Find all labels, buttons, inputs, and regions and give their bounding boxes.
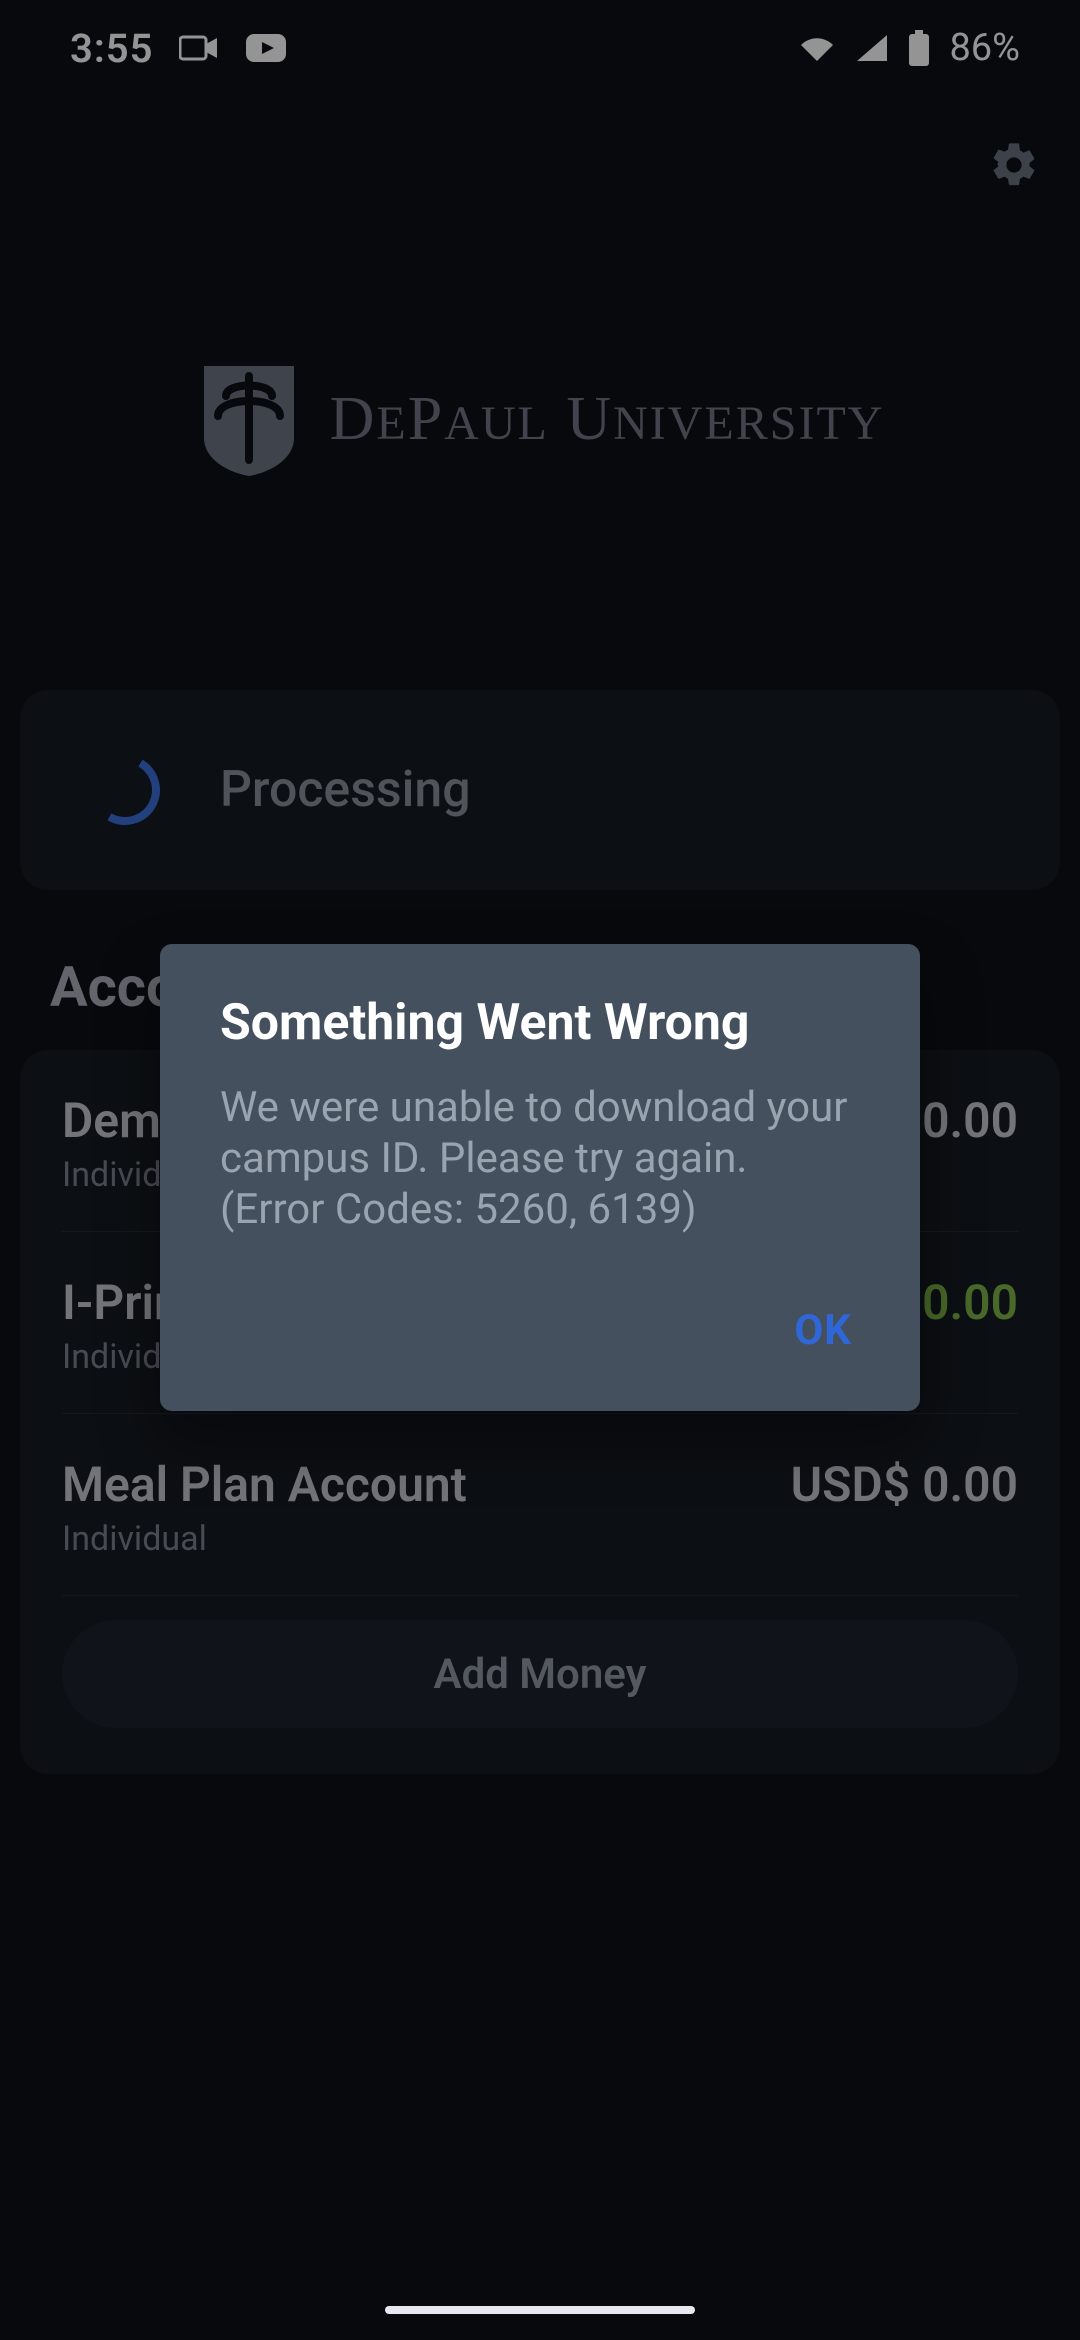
home-indicator[interactable] [385,2306,695,2314]
dialog-ok-button[interactable]: OK [794,1306,852,1355]
dialog-title: Something Went Wrong [220,994,860,1052]
error-dialog: Something Went Wrong We were unable to d… [160,944,920,1411]
dialog-message: We were unable to download your campus I… [220,1082,860,1236]
